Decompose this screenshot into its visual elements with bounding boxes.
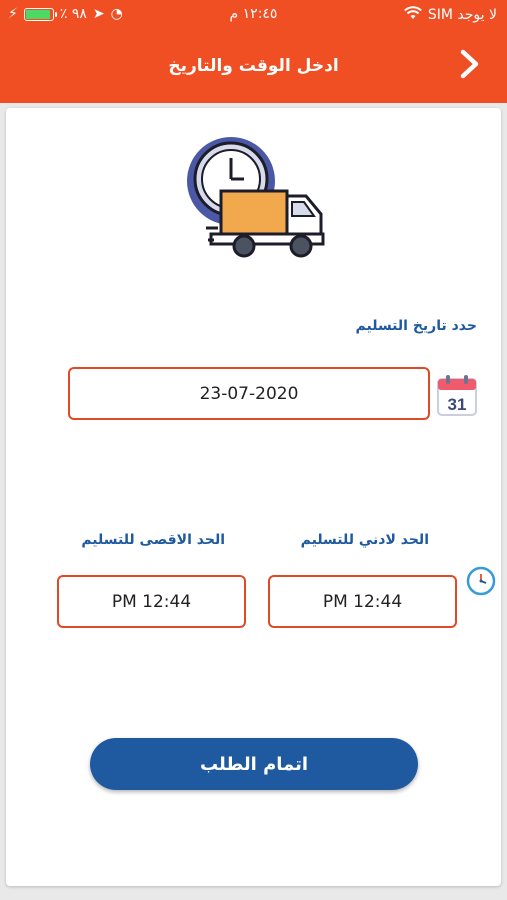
date-label: حدد تاريخ التسليم — [355, 318, 477, 334]
max-time-label: الحد الاقصى للتسليم — [81, 532, 225, 548]
delivery-truck-clock-icon — [186, 136, 326, 265]
status-bar: ⚡ ٪ ٩٨ ➤ ◔ ١٢:٤٥ م لا يوجد SIM — [0, 0, 507, 32]
max-time-input[interactable]: PM 12:44 — [57, 575, 246, 628]
min-time-input[interactable]: PM 12:44 — [268, 575, 457, 628]
app-header: ⚡ ٪ ٩٨ ➤ ◔ ١٢:٤٥ م لا يوجد SIM ادخل الوق… — [0, 0, 507, 103]
submit-order-button[interactable]: اتمام الطلب — [90, 738, 418, 790]
min-time-label: الحد لادني للتسليم — [300, 532, 429, 548]
calendar-day-text: 31 — [448, 395, 467, 414]
page-title: ادخل الوقت والتاريخ — [168, 56, 339, 76]
wifi-icon — [403, 6, 422, 24]
status-right: لا يوجد SIM — [403, 6, 497, 24]
chevron-right-icon[interactable] — [455, 48, 485, 84]
calendar-icon[interactable]: 31 — [436, 373, 478, 421]
date-input[interactable]: 23-07-2020 — [68, 367, 430, 420]
carrier-text: لا يوجد SIM — [427, 7, 497, 23]
form-card: حدد تاريخ التسليم 23-07-2020 31 الحد لاد… — [6, 108, 501, 886]
clock-icon[interactable] — [466, 566, 496, 600]
